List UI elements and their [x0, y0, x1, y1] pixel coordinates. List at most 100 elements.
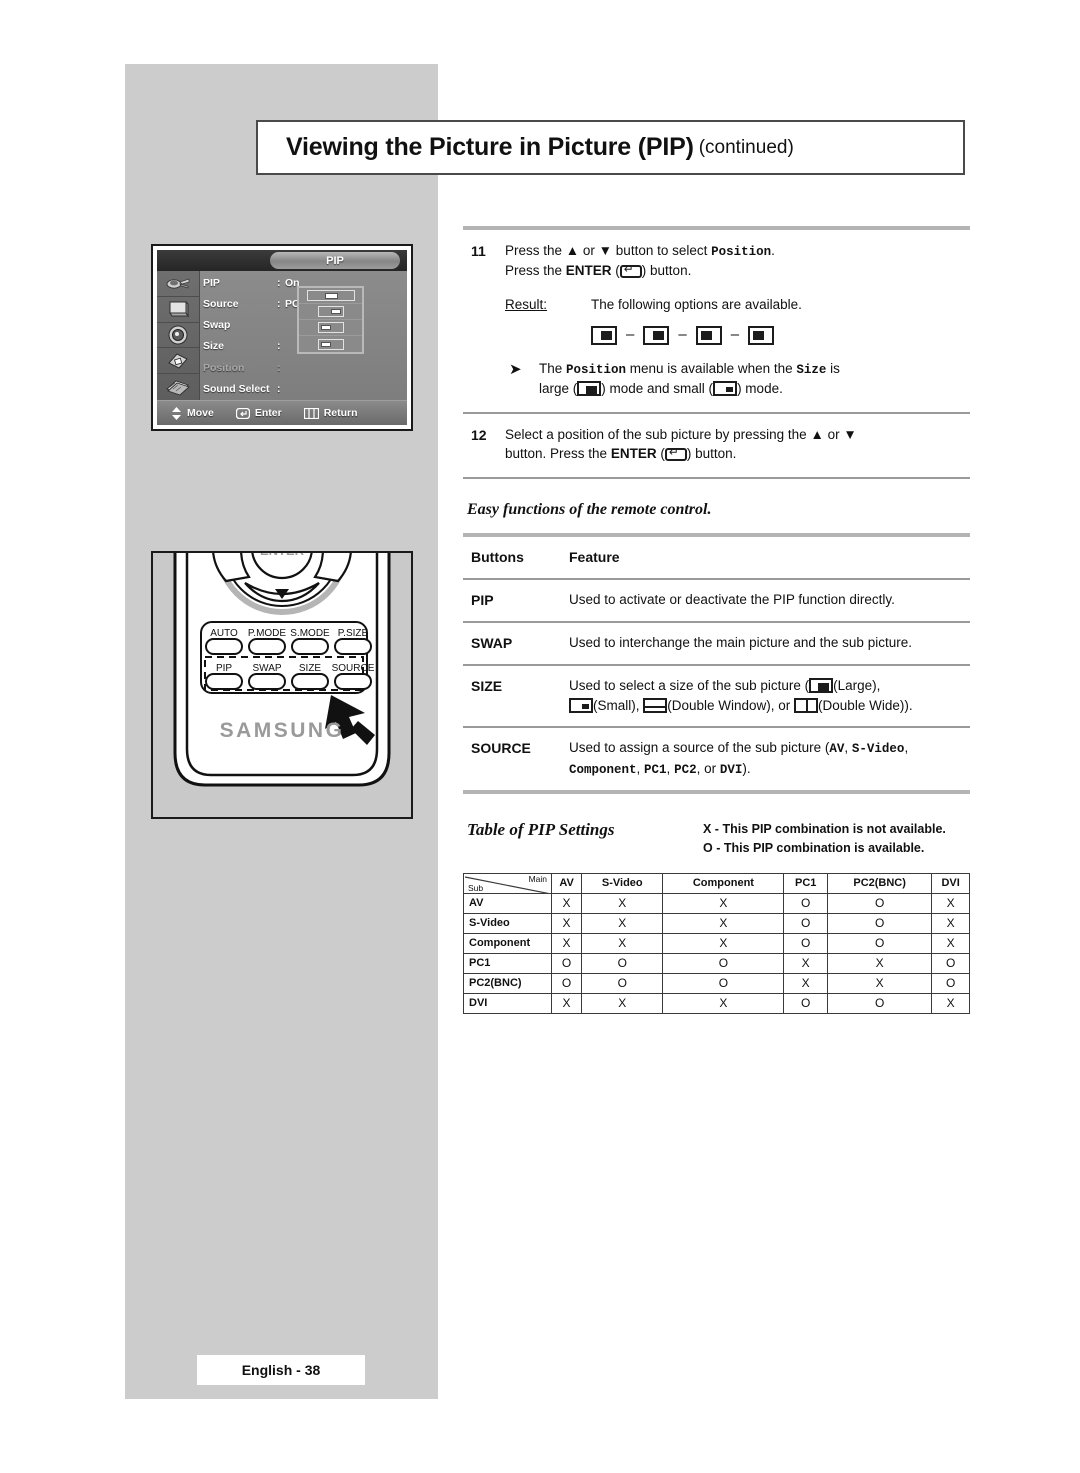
pip-cell-5-5: X — [931, 992, 970, 1014]
pip-cell-3-5: O — [931, 952, 970, 974]
osd-option-double-window[interactable] — [299, 288, 362, 304]
manual-page: Viewing the Picture in Picture (PIP) (co… — [0, 0, 1080, 1473]
legend-x: X - This PIP combination is not availabl… — [703, 821, 946, 836]
step-11-note: ➤ The Position menu is available when th… — [505, 359, 970, 399]
osd-row-position-label: Position — [203, 361, 245, 374]
pip-cell-4-5: O — [931, 972, 970, 994]
feature-col-header-feature: Feature — [569, 536, 970, 580]
pip-cell-1-5: X — [931, 912, 970, 934]
remote-brand-label: SAMSUNG — [220, 719, 345, 742]
size-desc-dwide: (Double Wide)). — [818, 698, 913, 714]
osd-row-position[interactable]: Position : — [203, 357, 405, 378]
pip-cell-2-4: O — [826, 932, 933, 954]
osd-size-option-box[interactable] — [297, 286, 364, 354]
osd-icon-column — [157, 271, 200, 400]
osd-option-large[interactable] — [299, 304, 362, 320]
pip-col-component: Component — [662, 872, 785, 894]
pip-row-label-pc2bnc: PC2(BNC) — [463, 972, 552, 994]
pip-matrix-corner-cell: Sub Main — [463, 872, 552, 894]
note-position-word: Position — [566, 363, 627, 377]
pip-matrix-main-label: Main — [528, 873, 547, 884]
feature-button-source: SOURCE — [471, 740, 531, 757]
pip-cell-5-4: O — [826, 992, 933, 1014]
setup-icon — [157, 348, 199, 375]
step-11-body: Press the ▲ or ▼ button to select Positi… — [505, 241, 970, 399]
step-11-line2-a: Press the — [505, 263, 566, 279]
pip-row-label-svideo: S-Video — [463, 912, 552, 934]
pip-cell-0-0: X — [550, 892, 583, 914]
osd-menu-figure: PIP PIP: On Source: PC1 Swap Size: Po… — [151, 244, 413, 431]
pip-cell-0-3: O — [783, 892, 828, 914]
step-11-line1: Press the ▲ or ▼ button to select Positi… — [505, 241, 970, 261]
size-small-icon — [713, 381, 738, 397]
osd-hint-return-label: Return — [323, 407, 358, 419]
step-11-number: 11 — [471, 243, 486, 259]
pip-cell-1-3: O — [783, 912, 828, 934]
step-12: 12 Select a position of the sub picture … — [463, 414, 970, 477]
position-bottom-right-icon — [591, 325, 617, 345]
note-text-d: large ( — [539, 381, 578, 397]
dash-3: – — [730, 326, 740, 344]
pip-matrix-row: S-Video X X X O O X — [463, 912, 970, 934]
source-component: Component — [569, 763, 637, 778]
step-11: 11 Press the ▲ or ▼ button to select Pos… — [463, 230, 970, 412]
feature-row-source: SOURCE Used to assign a source of the su… — [463, 727, 970, 790]
step-12-text-b: or — [823, 426, 844, 442]
pip-cell-2-5: X — [931, 932, 970, 954]
position-top-left-icon — [695, 325, 722, 345]
pip-cell-5-3: O — [783, 992, 828, 1014]
osd-hint-enter: Enter — [235, 407, 282, 419]
pip-col-dvi: DVI — [931, 872, 970, 894]
remote-btn-label-pip: PIP — [216, 663, 232, 674]
remote-btn-label-smode: S.MODE — [290, 628, 330, 639]
step-11-text-c: button to select — [612, 243, 712, 258]
remote-btn-label-pmode: P.MODE — [248, 628, 286, 639]
sound-glyph-icon — [317, 338, 344, 350]
pip-matrix-row: PC1 O O O X X O — [463, 952, 970, 974]
divider-feature-table-bottom — [463, 789, 970, 794]
pip-col-pc2bnc: PC2(BNC) — [826, 872, 933, 894]
step-11-text-d: . — [771, 243, 775, 258]
feature-table-header-row: Buttons Feature — [463, 536, 970, 580]
down-arrow-icon: ▼ — [598, 243, 613, 258]
osd-row-source-colon: : — [277, 297, 281, 310]
pip-cell-4-4: X — [826, 972, 933, 994]
pip-row-label-component: Component — [463, 932, 552, 954]
pip-cell-1-2: X — [662, 912, 785, 934]
step-12-text-a: Select a position of the sub picture by … — [505, 426, 811, 442]
pip-cell-4-3: X — [783, 972, 828, 994]
pip-settings-matrix: Sub Main AV S-Video Component PC1 PC2(BN… — [463, 872, 970, 1014]
legend-o: O - This PIP combination is available. — [703, 841, 925, 856]
osd-option-position[interactable] — [299, 320, 362, 336]
pip-cell-0-5: X — [931, 892, 970, 914]
source-dvi: DVI — [719, 763, 743, 778]
double-window-glyph-icon — [306, 290, 355, 301]
pip-cell-0-2: X — [662, 892, 785, 914]
pip-cell-2-2: X — [662, 932, 785, 954]
step-11-enter-word: ENTER — [565, 263, 612, 279]
remote-btn-label-source: SOURCE — [332, 663, 375, 674]
pip-cell-3-3: X — [783, 952, 828, 974]
pip-cell-3-0: O — [550, 952, 583, 974]
osd-hint-return: Return — [303, 407, 358, 419]
osd-row-sound-select[interactable]: Sound Select : — [203, 378, 405, 399]
step-11-line2-b: ( — [611, 263, 620, 279]
osd-bottom-bar: Move Enter Return — [157, 400, 407, 425]
pip-col-svideo: S-Video — [581, 872, 664, 894]
pip-cell-0-4: O — [826, 892, 933, 914]
pip-matrix-row: AV X X X O O X — [463, 892, 970, 914]
pip-cell-1-1: X — [581, 912, 664, 934]
osd-row-swap-label: Swap — [203, 319, 231, 332]
pip-cell-4-1: O — [581, 972, 664, 994]
feature-button-swap: SWAP — [463, 621, 569, 666]
pip-matrix-row: Component X X X O O X — [463, 932, 970, 954]
divider-step-12-end — [463, 476, 970, 479]
note-text-a: The — [539, 361, 567, 376]
feature-table: Buttons Feature PIP Used to activate or … — [463, 536, 970, 790]
osd-option-sound[interactable] — [299, 336, 362, 352]
size-small-icon-2 — [569, 698, 593, 714]
dash-1: – — [626, 326, 635, 344]
note-text-f: ) mode. — [737, 381, 783, 397]
pip-cell-0-1: X — [581, 892, 664, 914]
pip-layers-icon — [157, 374, 199, 400]
